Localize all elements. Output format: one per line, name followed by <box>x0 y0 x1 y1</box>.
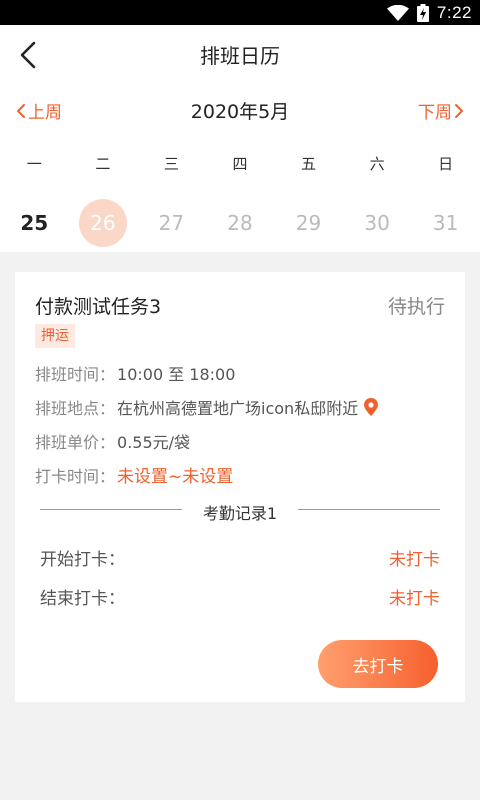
date-number: 27 <box>158 211 185 235</box>
page-title: 排班日历 <box>200 44 280 68</box>
weekday-label: 三 <box>163 155 179 173</box>
schedule-location-value: 在杭州高德置地广场icon私邸附近 <box>117 399 359 418</box>
go-punch-button[interactable]: 去打卡 <box>318 640 438 688</box>
wifi-icon <box>386 4 409 21</box>
clock-time-label: 打卡时间： <box>35 466 116 486</box>
unit-price-label: 排班单价： <box>35 433 116 452</box>
weekday-label: 日 <box>438 155 454 173</box>
attendance-record-divider: 考勤记录1 <box>40 500 440 523</box>
date-number: 26 <box>78 199 127 247</box>
schedule-location-row: 排班地点： 在杭州高德置地广场icon私邸附近 <box>35 395 379 419</box>
location-pin-icon[interactable] <box>364 398 379 416</box>
date-number: 29 <box>295 211 322 235</box>
date-cell[interactable]: 31 <box>411 199 480 247</box>
week-calendar: 上周 2020年5月 下周 一 二 三 四 五 六 日 25 26 27 28 … <box>0 85 480 252</box>
date-cell-selected[interactable]: 26 <box>69 199 138 247</box>
attendance-record-title: 考勤记录1 <box>202 504 278 523</box>
weekday-label: 一 <box>26 155 42 173</box>
schedule-location-label: 排班地点： <box>35 399 116 418</box>
date-number: 28 <box>227 211 253 235</box>
unit-price-row: 排班单价： 0.55元/袋 <box>35 429 190 453</box>
next-week-button[interactable]: 下周 <box>418 98 464 123</box>
date-cell[interactable]: 27 <box>137 199 206 247</box>
end-punch-value: 未打卡 <box>389 589 440 609</box>
date-number: 25 <box>20 211 49 235</box>
date-cell[interactable]: 28 <box>206 199 275 247</box>
task-status: 待执行 <box>387 296 445 318</box>
month-navigation: 上周 2020年5月 下周 <box>0 85 480 135</box>
task-title: 付款测试任务3 <box>35 296 162 318</box>
start-punch-value: 未打卡 <box>389 550 440 570</box>
start-punch-label: 开始打卡： <box>40 550 125 570</box>
end-punch-row: 结束打卡： 未打卡 <box>40 584 440 609</box>
date-row: 25 26 27 28 29 30 31 <box>0 199 480 247</box>
divider-line <box>298 509 440 510</box>
status-bar: 7:22 <box>0 0 480 25</box>
current-month: 2020年5月 <box>190 101 290 123</box>
task-card[interactable]: 付款测试任务3 待执行 押运 排班时间： 10:00 至 18:00 排班地点：… <box>15 272 465 702</box>
clock-time-row: 打卡时间： 未设置~未设置 <box>35 462 234 488</box>
date-cell[interactable]: 29 <box>274 199 343 247</box>
schedule-time-row: 排班时间： 10:00 至 18:00 <box>35 361 235 385</box>
status-time: 7:22 <box>436 2 472 22</box>
end-punch-label: 结束打卡： <box>40 589 125 609</box>
clock-time-value: 未设置~未设置 <box>117 467 234 487</box>
chevron-right-icon <box>455 103 463 118</box>
schedule-time-label: 排班时间： <box>35 365 116 384</box>
app-header: 排班日历 <box>0 25 480 85</box>
weekday-label: 二 <box>95 155 111 173</box>
start-punch-row: 开始打卡： 未打卡 <box>40 545 440 570</box>
status-icons: 7:22 <box>386 2 472 23</box>
schedule-time-value: 10:00 至 18:00 <box>117 365 236 384</box>
unit-price-value: 0.55元/袋 <box>117 433 191 452</box>
weekday-label: 六 <box>369 155 385 173</box>
task-tag: 押运 <box>35 324 75 348</box>
battery-charging-icon <box>416 3 429 22</box>
date-number: 30 <box>364 211 390 235</box>
date-cell-today[interactable]: 25 <box>0 199 69 247</box>
weekday-label: 五 <box>301 155 317 173</box>
weekday-header: 一 二 三 四 五 六 日 <box>0 153 480 174</box>
date-number: 31 <box>432 211 459 235</box>
next-week-label: 下周 <box>418 103 452 123</box>
date-cell[interactable]: 30 <box>343 199 412 247</box>
weekday-label: 四 <box>232 155 248 173</box>
